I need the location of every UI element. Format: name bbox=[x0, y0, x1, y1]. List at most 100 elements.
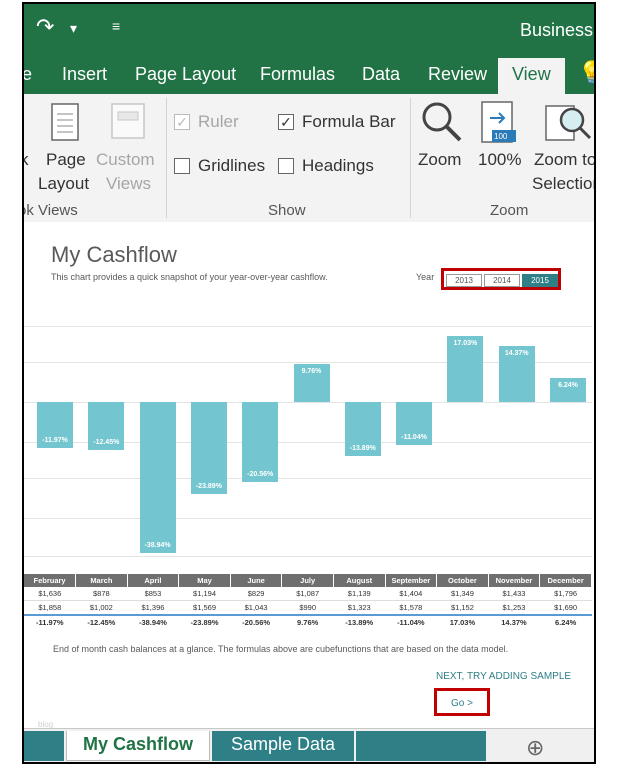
table-header-row: February March April May June July August Septe… bbox=[24, 574, 592, 587]
table-cell: -13.89% bbox=[345, 618, 374, 627]
window-title: Business a bbox=[520, 20, 594, 40]
tab-insert[interactable]: Insert bbox=[62, 64, 107, 85]
chart-data-label: -13.89% bbox=[349, 444, 376, 452]
table-cell: $1,349 bbox=[436, 587, 489, 601]
custom-views-label-1: Custom bbox=[96, 150, 155, 169]
page-layout-label-2[interactable]: Layout bbox=[38, 174, 89, 194]
go-button-highlight: Go > bbox=[434, 688, 490, 716]
year-button-2015[interactable]: 2015 bbox=[522, 274, 558, 287]
next-step-text: NEXT, TRY ADDING SAMPLE bbox=[436, 671, 572, 682]
excel-window: ↷ ▾ ≡ Business a e Insert Page Layout Fo… bbox=[22, 2, 596, 764]
table-cell: -23.89% bbox=[190, 618, 219, 627]
table-cell: February bbox=[24, 574, 77, 587]
tab-page-layout[interactable]: Page Layout bbox=[135, 64, 236, 85]
zoom-100-label[interactable]: 100% bbox=[478, 150, 521, 170]
tab-review[interactable]: Review bbox=[428, 64, 487, 85]
table-cell: $1,636 bbox=[24, 587, 76, 601]
table-cell: June bbox=[230, 574, 283, 587]
formula-bar-checkbox[interactable]: ✓ bbox=[278, 114, 294, 130]
table-row: $1,636 $878 $853 $1,194 $829 $1,087 $1,139 $1,4… bbox=[24, 587, 592, 601]
sheet-tab-blank[interactable] bbox=[356, 731, 486, 761]
zoom-magnifier-icon[interactable] bbox=[420, 100, 464, 146]
table-cell: $1,690 bbox=[539, 600, 592, 616]
zoom-group-label: Zoom bbox=[490, 202, 529, 219]
table-cell: 9.76% bbox=[297, 618, 319, 627]
table-cell: $1,796 bbox=[539, 587, 592, 601]
table-cell: $1,569 bbox=[178, 600, 231, 616]
chart-data-label: -20.56% bbox=[247, 470, 274, 478]
year-label: Year bbox=[416, 272, 435, 282]
dropdown-arrow-icon[interactable]: ▾ bbox=[70, 20, 77, 37]
tab-data[interactable]: Data bbox=[362, 64, 400, 85]
zoom-to-selection-icon[interactable] bbox=[542, 100, 592, 148]
table-cell: -38.94% bbox=[138, 618, 167, 627]
title-bar: ↷ ▾ ≡ Business a bbox=[24, 4, 594, 54]
show-group-label: Show bbox=[268, 202, 306, 219]
page-layout-icon[interactable] bbox=[50, 102, 82, 144]
chart-data-label: -12.45% bbox=[93, 439, 120, 447]
zoom-100-badge: 100 bbox=[494, 132, 508, 141]
redo-icon[interactable]: ↷ bbox=[36, 14, 54, 40]
tab-formulas[interactable]: Formulas bbox=[260, 64, 335, 85]
table-cell: 14.37% bbox=[501, 618, 527, 627]
table-cell: $1,433 bbox=[488, 587, 540, 601]
customize-toolbar-icon[interactable]: ≡ bbox=[112, 18, 120, 34]
table-cell: May bbox=[178, 574, 231, 587]
headings-label[interactable]: Headings bbox=[302, 156, 374, 176]
chart-bar bbox=[190, 402, 227, 495]
chart-gridline bbox=[24, 326, 592, 327]
gridlines-checkbox[interactable] bbox=[174, 158, 190, 174]
table-cell: $1,194 bbox=[178, 587, 231, 601]
headings-checkbox[interactable] bbox=[278, 158, 294, 174]
table-cell: December bbox=[539, 574, 592, 587]
workbook-view-partial-label[interactable]: k bbox=[24, 150, 29, 170]
go-button[interactable]: Go > bbox=[437, 698, 487, 709]
chart-data-label: 17.03% bbox=[453, 340, 478, 348]
table-cell: $1,323 bbox=[333, 600, 386, 616]
table-cell: 6.24% bbox=[555, 618, 577, 627]
sheet-tab-my-cashflow[interactable]: My Cashflow bbox=[66, 731, 210, 761]
chart-data-label: 6.24% bbox=[558, 381, 578, 389]
tab-file[interactable]: e bbox=[24, 64, 32, 85]
table-cell: $878 bbox=[75, 587, 128, 601]
ribbon-tabs: e Insert Page Layout Formulas Data Revie… bbox=[24, 54, 594, 94]
chart-data-label: -11.04% bbox=[401, 433, 427, 441]
chart-data-label: 14.37% bbox=[504, 350, 529, 358]
footnote: End of month cash balances at a glance. … bbox=[53, 644, 509, 654]
year-button-2013[interactable]: 2013 bbox=[446, 274, 482, 287]
table-cell: $1,404 bbox=[385, 587, 437, 601]
page-subtitle: This chart provides a quick snapshot of … bbox=[51, 272, 328, 282]
page-layout-label-1[interactable]: Page bbox=[46, 150, 86, 170]
year-slicer: 2013 2014 2015 bbox=[441, 268, 561, 290]
lightbulb-icon[interactable]: 💡 bbox=[578, 60, 594, 86]
table-cell: March bbox=[75, 574, 128, 587]
chart-data-label: -38.94% bbox=[144, 541, 171, 549]
table-cell: -11.04% bbox=[397, 618, 425, 627]
table-cell: $1,139 bbox=[333, 587, 386, 601]
zoom-to-label-2[interactable]: Selection bbox=[532, 174, 594, 194]
table-cell: $1,087 bbox=[281, 587, 334, 601]
table-cell: September bbox=[385, 574, 438, 587]
sheet-tab-previous[interactable] bbox=[24, 731, 64, 761]
table-cell: August bbox=[333, 574, 386, 587]
zoom-to-label-1[interactable]: Zoom to bbox=[534, 150, 594, 170]
formula-bar-label[interactable]: Formula Bar bbox=[302, 112, 396, 132]
year-button-2014[interactable]: 2014 bbox=[484, 274, 520, 287]
sheet-tab-bar: My Cashflow Sample Data ⊕ bbox=[24, 728, 594, 762]
gridlines-label[interactable]: Gridlines bbox=[198, 156, 265, 176]
table-cell: $829 bbox=[230, 587, 282, 601]
chart-bar bbox=[139, 402, 176, 553]
group-separator bbox=[410, 98, 411, 218]
chart-gridline bbox=[24, 478, 592, 479]
table-cell: -20.56% bbox=[242, 618, 271, 627]
add-sheet-icon[interactable]: ⊕ bbox=[526, 735, 544, 761]
zoom-label[interactable]: Zoom bbox=[418, 150, 461, 170]
tab-view[interactable]: View bbox=[498, 58, 565, 94]
custom-views-label-2: Views bbox=[106, 174, 152, 193]
chart-data-label: -11.97% bbox=[42, 437, 68, 445]
workbook-views-group-label: ok Views bbox=[22, 202, 78, 219]
table-cell: October bbox=[436, 574, 489, 587]
sheet-tab-sample-data[interactable]: Sample Data bbox=[212, 731, 354, 761]
group-separator bbox=[166, 98, 167, 218]
table-cell: $1,253 bbox=[488, 600, 540, 616]
